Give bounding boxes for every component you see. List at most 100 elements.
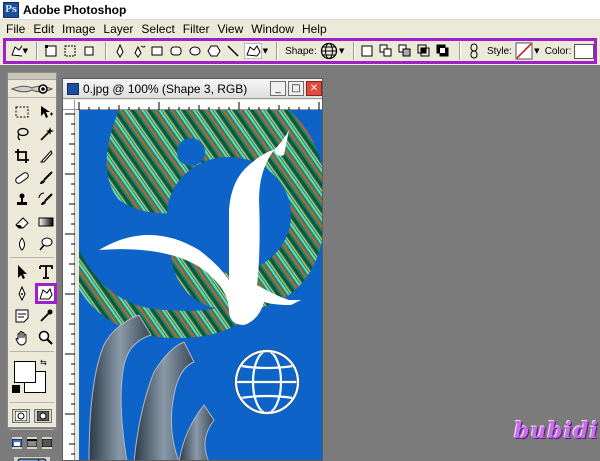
app-title: Adobe Photoshop	[23, 2, 127, 17]
paths-button[interactable]	[62, 42, 78, 60]
add-to-shape-area-button[interactable]	[378, 42, 394, 60]
hand-tool[interactable]	[11, 327, 33, 348]
rectangle-tool-button[interactable]	[150, 42, 166, 60]
close-button[interactable]: ✕	[306, 81, 322, 96]
style-label: Style:	[486, 45, 512, 57]
tool-preset-picker[interactable]: ▼	[10, 42, 28, 60]
clone-stamp-tool[interactable]	[11, 189, 33, 210]
notes-tool[interactable]	[11, 305, 33, 326]
shape-label: Shape:	[285, 45, 317, 57]
globe-shape-icon	[320, 42, 338, 60]
polygon-tool-button[interactable]	[206, 42, 222, 60]
eyedropper-icon	[40, 309, 53, 322]
shape-layers-button[interactable]	[43, 42, 59, 60]
full-screen-button[interactable]	[40, 436, 53, 450]
crop-tool[interactable]	[11, 145, 33, 166]
dodge-icon	[39, 237, 53, 250]
document-icon	[67, 82, 79, 95]
document-title: 0.jpg @ 100% (Shape 3, RGB)	[83, 81, 248, 96]
default-colors-icon[interactable]	[12, 385, 20, 393]
menu-view[interactable]: View	[215, 22, 249, 36]
pen-tool[interactable]	[11, 283, 33, 304]
custom-shape-tool[interactable]	[35, 283, 57, 304]
type-tool[interactable]	[35, 261, 57, 282]
quick-mask-mode-button[interactable]	[34, 409, 52, 423]
shape-layers-icon	[44, 45, 57, 57]
eraser-tool[interactable]	[11, 211, 33, 232]
maximize-button[interactable]: □	[288, 81, 304, 96]
fill-pixels-button[interactable]	[81, 42, 97, 60]
jump-to-imageready-button[interactable]	[13, 456, 51, 461]
healing-brush-tool[interactable]	[11, 167, 33, 188]
standard-mode-button[interactable]	[12, 409, 30, 423]
ruler-origin[interactable]	[63, 100, 75, 110]
path-selection-tool[interactable]	[11, 261, 33, 282]
zoom-magnifier-icon	[38, 330, 53, 345]
line-tool-button[interactable]	[225, 42, 241, 60]
document-title-bar[interactable]: 0.jpg @ 100% (Shape 3, RGB) _ □ ✕	[63, 79, 322, 99]
custom-shape-icon	[39, 287, 53, 299]
ellipse-icon	[189, 46, 201, 56]
style-picker[interactable]: ▼	[515, 42, 540, 60]
marquee-tool[interactable]	[11, 101, 33, 122]
separator	[36, 42, 38, 60]
intersect-shape-area-button[interactable]	[416, 42, 432, 60]
menu-filter[interactable]: Filter	[181, 22, 216, 36]
magic-wand-tool[interactable]	[35, 123, 57, 144]
add-shape-area-icon	[379, 44, 392, 57]
rounded-rectangle-button[interactable]	[168, 42, 184, 60]
exclude-shape-area-button[interactable]	[435, 42, 451, 60]
menu-edit[interactable]: Edit	[31, 22, 60, 36]
horizontal-ruler[interactable]	[75, 100, 322, 110]
minimize-button[interactable]: _	[270, 81, 286, 96]
freeform-pen-button[interactable]	[131, 42, 147, 60]
gradient-tool[interactable]	[35, 211, 57, 232]
move-icon	[41, 105, 53, 118]
dodge-tool[interactable]	[35, 233, 57, 254]
type-icon	[39, 264, 53, 279]
separator	[459, 42, 462, 60]
ellipse-tool-button[interactable]	[187, 42, 203, 60]
options-bar: ▼ ▼ Shape: ▼ Style: ▼ Color:	[0, 37, 600, 65]
subtract-shape-area-icon	[398, 44, 411, 57]
path-selection-arrow-icon	[18, 264, 27, 279]
color-swatch[interactable]	[574, 43, 595, 59]
menu-image[interactable]: Image	[60, 22, 101, 36]
subtract-shape-area-button[interactable]	[397, 42, 413, 60]
menu-layer[interactable]: Layer	[101, 22, 139, 36]
move-tool[interactable]	[35, 101, 57, 122]
note-icon	[15, 309, 29, 322]
eyedropper-tool[interactable]	[35, 305, 57, 326]
gradient-icon	[38, 217, 54, 226]
tools-divider	[10, 429, 54, 430]
swap-colors-icon[interactable]: ⇆	[40, 358, 47, 367]
brush-tool[interactable]	[35, 167, 57, 188]
photoshop-app-icon[interactable]: Ps	[3, 1, 19, 18]
photoshop-eye-logo[interactable]	[8, 80, 56, 98]
foreground-color[interactable]	[14, 361, 36, 383]
steel-curve-right	[178, 404, 215, 460]
link-layer-style-button[interactable]	[466, 42, 482, 60]
slice-tool[interactable]	[35, 145, 57, 166]
create-new-shape-area-button[interactable]	[360, 42, 376, 60]
menu-help[interactable]: Help	[300, 22, 333, 36]
shape-picker[interactable]: ▼	[320, 42, 345, 60]
full-screen-menu-button[interactable]	[25, 436, 38, 450]
standard-mode-icon	[15, 411, 27, 421]
menu-file[interactable]: File	[4, 22, 31, 36]
polygon-icon	[207, 45, 221, 57]
vertical-ruler[interactable]	[63, 110, 75, 460]
lasso-tool[interactable]	[11, 123, 33, 144]
tools-palette-header[interactable]	[8, 73, 56, 80]
standard-screen-button[interactable]	[11, 436, 24, 450]
pen-nib-icon	[18, 285, 26, 301]
blur-tool[interactable]	[11, 233, 33, 254]
app-title-bar: Ps Adobe Photoshop	[0, 0, 600, 20]
history-brush-tool[interactable]	[35, 189, 57, 210]
menu-select[interactable]: Select	[139, 22, 180, 36]
custom-shape-tool-button[interactable]: ▼	[244, 42, 268, 60]
menu-window[interactable]: Window	[249, 22, 300, 36]
pen-tool-button[interactable]	[112, 42, 128, 60]
document-canvas[interactable]	[79, 110, 322, 460]
zoom-tool[interactable]	[35, 327, 57, 348]
